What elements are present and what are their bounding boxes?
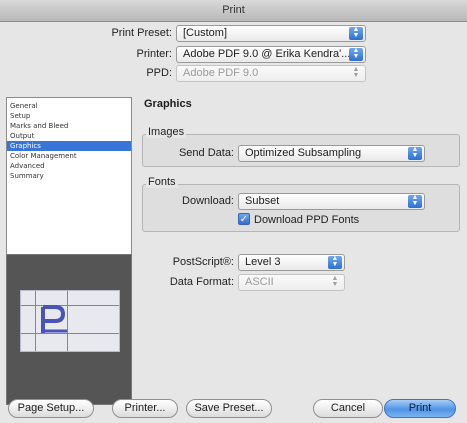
printer-popup[interactable]: Adobe PDF 9.0 @ Erika Kendra'... ▲ ▼ bbox=[176, 46, 366, 63]
popup-stepper-icon: ▲ ▼ bbox=[408, 194, 422, 208]
send-data-value: Optimized Subsampling bbox=[245, 147, 362, 159]
download-label: Download: bbox=[182, 195, 234, 207]
download-ppd-fonts-label: Download PPD Fonts bbox=[254, 214, 360, 226]
postscript-value: Level 3 bbox=[245, 256, 281, 268]
section-title: Graphics bbox=[144, 98, 192, 110]
ppd-value: Adobe PDF 9.0 bbox=[183, 67, 259, 79]
sidebar-item-setup[interactable]: Setup bbox=[7, 111, 131, 121]
popup-stepper-icon: ▲ ▼ bbox=[328, 255, 342, 269]
sidebar-item-marks-and-bleed[interactable]: Marks and Bleed bbox=[7, 121, 131, 131]
popup-stepper-icon: ▲ ▼ bbox=[349, 26, 363, 40]
sidebar-item-general[interactable]: General bbox=[7, 101, 131, 111]
preview-guide-line bbox=[35, 291, 36, 351]
printer-label: Printer: bbox=[136, 48, 172, 60]
images-group-legend: Images bbox=[146, 126, 187, 138]
save-preset-button[interactable]: Save Preset... bbox=[186, 399, 272, 418]
print-preset-label: Print Preset: bbox=[111, 27, 172, 39]
sidebar-item-graphics[interactable]: Graphics bbox=[7, 141, 131, 151]
download-ppd-fonts-checkbox[interactable]: ✓ bbox=[238, 213, 250, 225]
preview-page bbox=[20, 290, 120, 352]
print-dialog: Print Preset: [Custom] ▲ ▼ Printer: Adobe… bbox=[0, 22, 467, 423]
preview-guide-line bbox=[21, 305, 119, 306]
category-list: General Setup Marks and Bleed Output Gra… bbox=[6, 97, 132, 262]
print-preset-value: [Custom] bbox=[183, 27, 228, 39]
data-format-label: Data Format: bbox=[169, 276, 234, 288]
print-button[interactable]: Print bbox=[384, 399, 456, 418]
data-format-popup: ASCII ▲ ▼ bbox=[238, 274, 345, 291]
page-setup-button[interactable]: Page Setup... bbox=[8, 399, 94, 418]
print-preset-popup[interactable]: [Custom] ▲ ▼ bbox=[176, 25, 366, 42]
sidebar-item-output[interactable]: Output bbox=[7, 131, 131, 141]
window-title: Print bbox=[222, 4, 245, 16]
popup-stepper-icon: ▲ ▼ bbox=[331, 275, 339, 288]
printer-button[interactable]: Printer... bbox=[112, 399, 178, 418]
printer-value: Adobe PDF 9.0 @ Erika Kendra'... bbox=[183, 48, 351, 60]
window-title-bar: Print bbox=[0, 0, 467, 22]
preview-page-graphic-icon bbox=[41, 305, 67, 333]
download-value: Subset bbox=[245, 195, 280, 207]
ppd-label: PPD: bbox=[146, 67, 172, 79]
data-format-value: ASCII bbox=[245, 276, 274, 288]
fonts-group-legend: Fonts bbox=[146, 176, 178, 188]
sidebar-item-advanced[interactable]: Advanced bbox=[7, 161, 131, 171]
send-data-label: Send Data: bbox=[178, 147, 234, 159]
popup-stepper-icon: ▲ ▼ bbox=[352, 66, 360, 79]
download-popup[interactable]: Subset ▲ ▼ bbox=[238, 193, 425, 210]
sidebar-item-summary[interactable]: Summary bbox=[7, 171, 131, 181]
sidebar-item-color-management[interactable]: Color Management bbox=[7, 151, 131, 161]
postscript-label: PostScript®: bbox=[172, 256, 234, 268]
popup-stepper-icon: ▲ ▼ bbox=[408, 146, 422, 160]
postscript-popup[interactable]: Level 3 ▲ ▼ bbox=[238, 254, 345, 271]
ppd-popup: Adobe PDF 9.0 ▲ ▼ bbox=[176, 65, 366, 82]
print-preview bbox=[6, 254, 132, 405]
preview-guide-line bbox=[21, 333, 119, 334]
send-data-popup[interactable]: Optimized Subsampling ▲ ▼ bbox=[238, 145, 425, 162]
cancel-button[interactable]: Cancel bbox=[313, 399, 383, 418]
popup-stepper-icon: ▲ ▼ bbox=[349, 47, 363, 61]
